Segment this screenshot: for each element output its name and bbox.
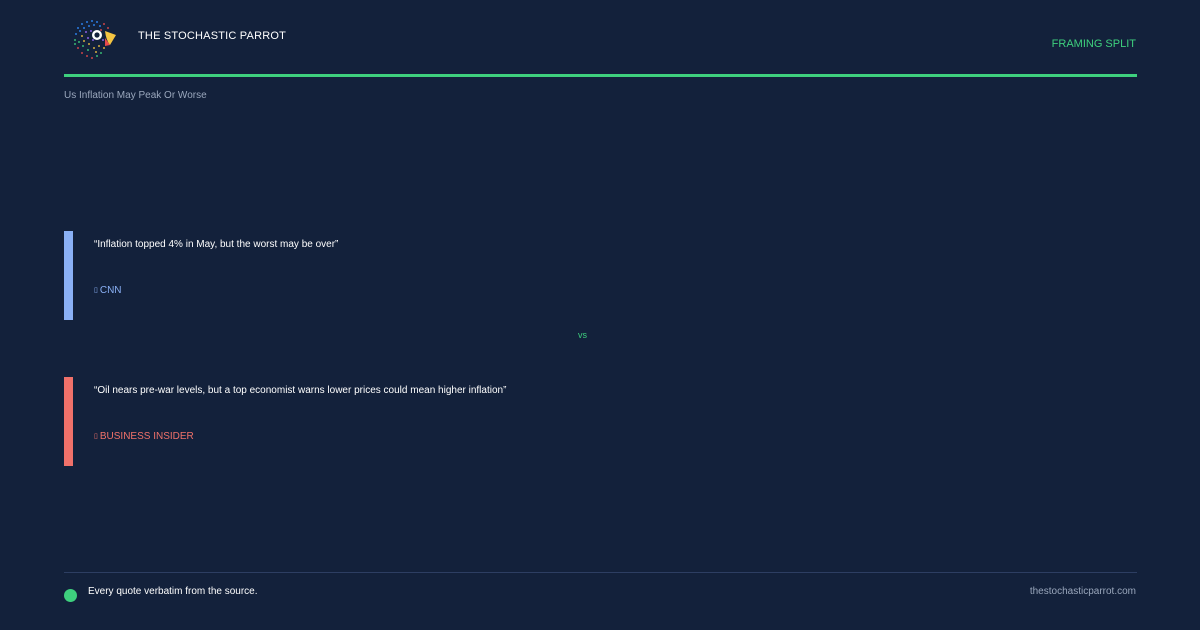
parrot-logo-icon: [74, 20, 116, 59]
quote-accent-bar: [64, 377, 73, 466]
source-name: CNN: [99, 285, 122, 296]
source-icon: ▯: [94, 433, 98, 440]
quote-card-cnn: “Inflation topped 4% in May, but the wor…: [64, 231, 1134, 320]
quote-text: “Oil nears pre-war levels, but a top eco…: [94, 385, 507, 396]
framing-split-tag: FRAMING SPLIT: [1051, 38, 1136, 50]
footer-note: Every quote verbatim from the source.: [88, 586, 258, 597]
quote-text: “Inflation topped 4% in May, but the wor…: [94, 239, 339, 250]
header-divider: [64, 74, 1137, 77]
source-name: BUSINESS INSIDER: [99, 431, 194, 442]
topic-title: Us Inflation May Peak Or Worse: [64, 90, 207, 101]
brand-name: THE STOCHASTIC PARROT: [138, 30, 287, 42]
quote-accent-bar: [64, 231, 73, 320]
vs-separator: vs: [578, 330, 587, 340]
site-url: thestochasticparrot.com: [1029, 586, 1136, 597]
quote-source: ▯ CNN: [94, 285, 122, 296]
status-dot-icon: [64, 589, 77, 602]
quote-source: ▯ BUSINESS INSIDER: [94, 431, 194, 442]
source-icon: ▯: [94, 287, 98, 294]
quote-card-business-insider: “Oil nears pre-war levels, but a top eco…: [64, 377, 1134, 466]
footer-divider: [64, 572, 1137, 573]
